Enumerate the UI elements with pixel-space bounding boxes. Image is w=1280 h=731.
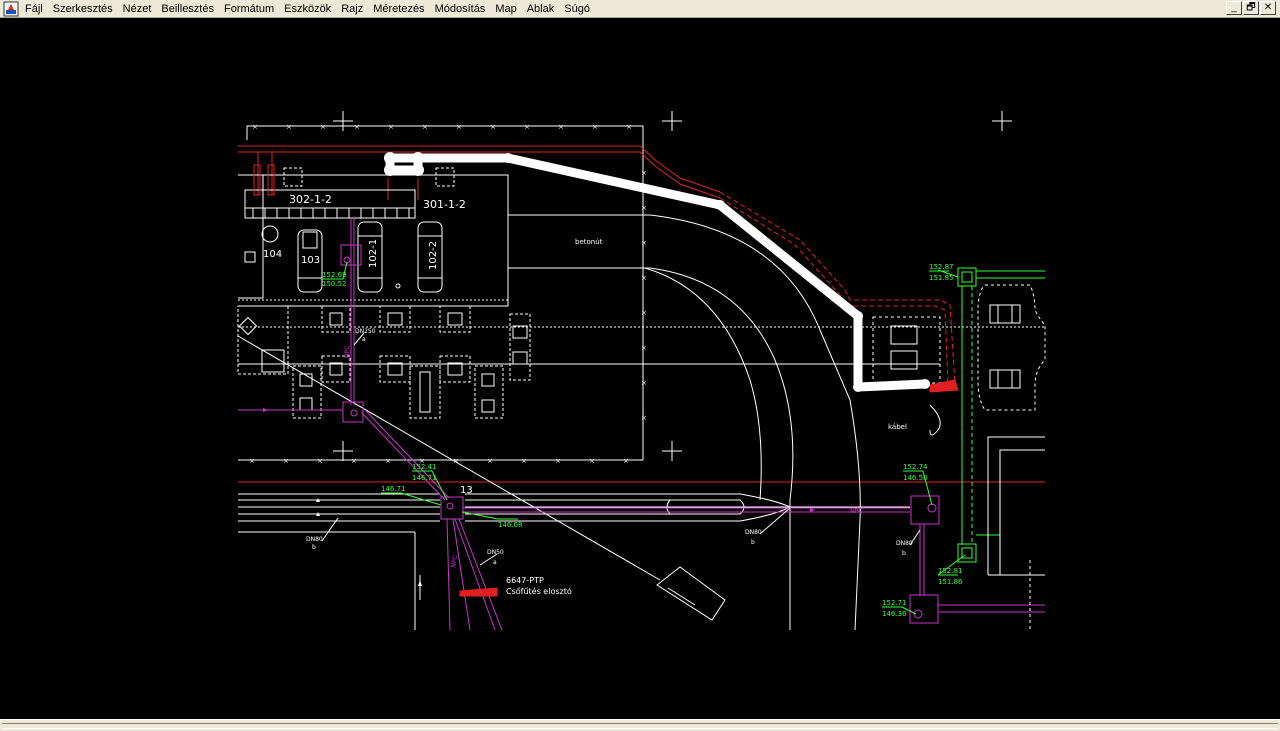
elevation-label: 151.86 (938, 578, 963, 586)
status-bar-divider (2, 723, 1278, 729)
svg-text:×: × (641, 169, 647, 177)
svg-text:×: × (524, 123, 530, 131)
pipe-label-dn80-mid: DN80 (745, 529, 762, 536)
svg-text:×: × (487, 457, 493, 465)
menu-edit[interactable]: Szerkesztés (53, 0, 113, 18)
equipment-code: 6647-PTP (506, 576, 544, 585)
menu-items: Fájl Szerkesztés Nézet Beillesztés Formá… (25, 0, 600, 18)
svg-text:×: × (641, 414, 647, 422)
pipe-label-dn80-mid-class: b (751, 539, 755, 546)
svg-text:×: × (317, 457, 323, 465)
svg-text:×: × (249, 457, 255, 465)
equipment-name: Csőfűtés elosztó (506, 586, 572, 596)
svg-text:×: × (641, 239, 647, 247)
elevation-label: 152.71 (882, 599, 907, 607)
label-102-1: 102-1 (368, 239, 379, 268)
elevation-label: 146.71 (412, 474, 437, 482)
svg-text:×: × (641, 204, 647, 212)
menu-bar: Fájl Szerkesztés Nézet Beillesztés Formá… (0, 0, 1280, 18)
svg-text:×: × (555, 457, 561, 465)
menu-help[interactable]: Súgó (564, 0, 590, 18)
svg-text:×: × (641, 309, 647, 317)
pipe-label-dn50-class: a (493, 559, 497, 566)
menu-file[interactable]: Fájl (25, 0, 43, 18)
restore-button[interactable]: 🗗 (1243, 1, 1259, 15)
label-103: 103 (301, 255, 320, 266)
svg-text:×: × (641, 379, 647, 387)
menu-map[interactable]: Map (495, 0, 516, 18)
label-104: 104 (263, 249, 282, 260)
elevation-label: 150.52 (322, 280, 347, 288)
cable-label: kábel (888, 423, 907, 431)
pipe-label-dn80-left: DN80 (306, 536, 323, 543)
minimize-button[interactable]: _ (1226, 1, 1242, 15)
elevation-label: 146.36 (882, 610, 907, 618)
menu-view[interactable]: Nézet (123, 0, 152, 18)
surface-label: betonút (575, 238, 603, 246)
menu-modify[interactable]: Módosítás (435, 0, 486, 18)
pipe-label-dn250: DN250 (355, 328, 376, 335)
svg-text:×: × (252, 123, 258, 131)
autocad-app-icon[interactable] (3, 1, 19, 17)
node-label: 13 (460, 485, 473, 496)
pipe-type-npc-horizontal: NPC (850, 508, 862, 515)
svg-text:×: × (626, 123, 632, 131)
label-302-1-2: 302-1-2 (289, 193, 332, 206)
close-button[interactable]: ✕ (1260, 1, 1276, 15)
svg-text:×: × (351, 457, 357, 465)
drawing-canvas[interactable]: × × × × × × × × × × × × × × × × × × × × × × × × ×××× ×××× (0, 19, 1280, 719)
svg-text:×: × (286, 123, 292, 131)
pipe-label-dn80-right: DN80 (896, 540, 913, 547)
svg-text:×: × (558, 123, 564, 131)
elevation-label: 152.74 (903, 463, 928, 471)
svg-text:×: × (388, 123, 394, 131)
svg-text:×: × (641, 344, 647, 352)
svg-text:×: × (385, 457, 391, 465)
elevation-label: 151.85 (929, 274, 954, 282)
status-bar (0, 719, 1280, 731)
svg-text:×: × (283, 457, 289, 465)
svg-text:×: × (490, 123, 496, 131)
elevation-label: 146.68 (498, 521, 523, 529)
pipe-label-dn80-right-class: b (902, 550, 906, 557)
svg-text:×: × (589, 457, 595, 465)
pipe-label-dn80-left-class: b (312, 544, 316, 551)
elevation-label: 152.41 (412, 463, 437, 471)
svg-text:×: × (422, 123, 428, 131)
svg-text:×: × (320, 123, 326, 131)
svg-text:×: × (623, 457, 629, 465)
svg-text:×: × (592, 123, 598, 131)
window-controls: _ 🗗 ✕ (1226, 1, 1276, 15)
menu-format[interactable]: Formátum (224, 0, 274, 18)
menu-insert[interactable]: Beillesztés (161, 0, 214, 18)
menu-window[interactable]: Ablak (527, 0, 555, 18)
pipe-label-dn250-class: a (362, 336, 366, 343)
pipe-type-npc-vertical: NPC (344, 346, 351, 358)
elevation-label: 146.71 (381, 485, 406, 493)
svg-text:×: × (521, 457, 527, 465)
label-102-2: 102-2 (428, 241, 439, 270)
svg-text:×: × (456, 123, 462, 131)
menu-draw[interactable]: Rajz (341, 0, 363, 18)
svg-text:×: × (641, 274, 647, 282)
elevation-label: 152.81 (938, 567, 963, 575)
svg-text:×: × (354, 123, 360, 131)
menu-dimension[interactable]: Méretezés (373, 0, 424, 18)
elevation-label: 152.87 (929, 263, 954, 271)
label-301-1-2: 301-1-2 (423, 198, 466, 211)
menu-tools[interactable]: Eszközök (284, 0, 331, 18)
